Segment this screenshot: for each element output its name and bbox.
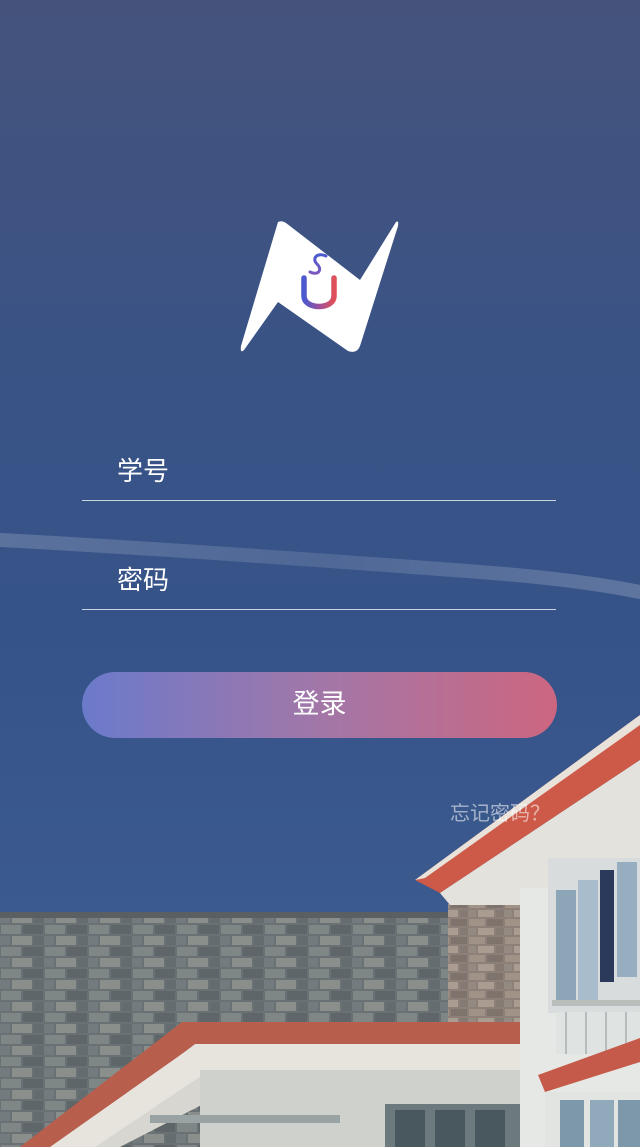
student-id-field[interactable]	[82, 444, 556, 501]
forgot-password-link[interactable]: 忘记密码？	[450, 797, 550, 826]
login-button[interactable]: 登录	[82, 672, 557, 738]
login-screen: 登录 忘记密码？	[0, 0, 640, 1147]
password-field[interactable]	[82, 553, 556, 610]
password-input[interactable]	[82, 553, 556, 609]
student-id-input[interactable]	[82, 444, 556, 500]
su-bolt-logo-icon	[240, 221, 399, 352]
